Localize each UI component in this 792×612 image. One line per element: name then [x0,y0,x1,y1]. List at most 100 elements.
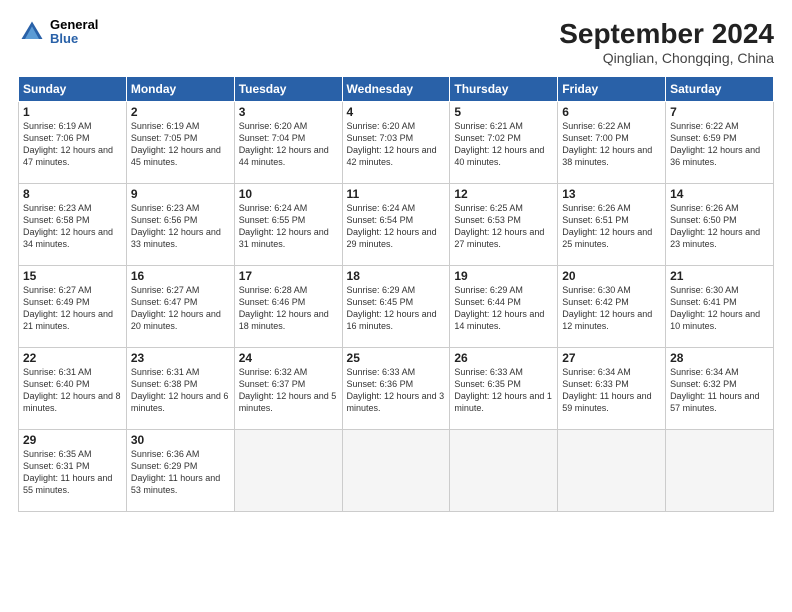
cell-content: Sunrise: 6:31 AMSunset: 6:38 PMDaylight:… [131,366,230,415]
table-row: 7 Sunrise: 6:22 AMSunset: 6:59 PMDayligh… [666,102,774,184]
cell-content: Sunrise: 6:24 AMSunset: 6:55 PMDaylight:… [239,202,338,251]
cell-content: Sunrise: 6:27 AMSunset: 6:49 PMDaylight:… [23,284,122,333]
cell-content: Sunrise: 6:20 AMSunset: 7:03 PMDaylight:… [347,120,446,169]
col-tuesday: Tuesday [234,77,342,102]
table-row: 22 Sunrise: 6:31 AMSunset: 6:40 PMDaylig… [19,348,127,430]
cell-content: Sunrise: 6:22 AMSunset: 7:00 PMDaylight:… [562,120,661,169]
calendar-week-row: 29 Sunrise: 6:35 AMSunset: 6:31 PMDaylig… [19,430,774,512]
table-row: 28 Sunrise: 6:34 AMSunset: 6:32 PMDaylig… [666,348,774,430]
table-row: 19 Sunrise: 6:29 AMSunset: 6:44 PMDaylig… [450,266,558,348]
table-row: 17 Sunrise: 6:28 AMSunset: 6:46 PMDaylig… [234,266,342,348]
table-row [234,430,342,512]
day-number: 2 [131,105,230,119]
location-subtitle: Qinglian, Chongqing, China [559,50,774,66]
cell-content: Sunrise: 6:19 AMSunset: 7:06 PMDaylight:… [23,120,122,169]
col-wednesday: Wednesday [342,77,450,102]
cell-content: Sunrise: 6:32 AMSunset: 6:37 PMDaylight:… [239,366,338,415]
day-number: 7 [670,105,769,119]
table-row [558,430,666,512]
table-row: 11 Sunrise: 6:24 AMSunset: 6:54 PMDaylig… [342,184,450,266]
day-number: 6 [562,105,661,119]
day-number: 17 [239,269,338,283]
col-friday: Friday [558,77,666,102]
table-row: 27 Sunrise: 6:34 AMSunset: 6:33 PMDaylig… [558,348,666,430]
table-row: 20 Sunrise: 6:30 AMSunset: 6:42 PMDaylig… [558,266,666,348]
day-number: 18 [347,269,446,283]
day-number: 13 [562,187,661,201]
cell-content: Sunrise: 6:36 AMSunset: 6:29 PMDaylight:… [131,448,230,497]
table-row: 23 Sunrise: 6:31 AMSunset: 6:38 PMDaylig… [126,348,234,430]
day-number: 10 [239,187,338,201]
logo-icon [18,18,46,46]
calendar-table: Sunday Monday Tuesday Wednesday Thursday… [18,76,774,512]
logo: General Blue [18,18,98,47]
month-title: September 2024 [559,18,774,50]
day-number: 23 [131,351,230,365]
cell-content: Sunrise: 6:34 AMSunset: 6:32 PMDaylight:… [670,366,769,415]
day-number: 24 [239,351,338,365]
col-monday: Monday [126,77,234,102]
table-row: 26 Sunrise: 6:33 AMSunset: 6:35 PMDaylig… [450,348,558,430]
table-row: 25 Sunrise: 6:33 AMSunset: 6:36 PMDaylig… [342,348,450,430]
header: General Blue September 2024 Qinglian, Ch… [18,18,774,66]
table-row: 2 Sunrise: 6:19 AMSunset: 7:05 PMDayligh… [126,102,234,184]
day-number: 21 [670,269,769,283]
cell-content: Sunrise: 6:21 AMSunset: 7:02 PMDaylight:… [454,120,553,169]
calendar-week-row: 8 Sunrise: 6:23 AMSunset: 6:58 PMDayligh… [19,184,774,266]
table-row: 1 Sunrise: 6:19 AMSunset: 7:06 PMDayligh… [19,102,127,184]
table-row: 12 Sunrise: 6:25 AMSunset: 6:53 PMDaylig… [450,184,558,266]
col-thursday: Thursday [450,77,558,102]
cell-content: Sunrise: 6:33 AMSunset: 6:36 PMDaylight:… [347,366,446,415]
table-row [450,430,558,512]
cell-content: Sunrise: 6:22 AMSunset: 6:59 PMDaylight:… [670,120,769,169]
table-row: 4 Sunrise: 6:20 AMSunset: 7:03 PMDayligh… [342,102,450,184]
day-number: 16 [131,269,230,283]
table-row: 29 Sunrise: 6:35 AMSunset: 6:31 PMDaylig… [19,430,127,512]
cell-content: Sunrise: 6:31 AMSunset: 6:40 PMDaylight:… [23,366,122,415]
col-sunday: Sunday [19,77,127,102]
cell-content: Sunrise: 6:19 AMSunset: 7:05 PMDaylight:… [131,120,230,169]
table-row [342,430,450,512]
cell-content: Sunrise: 6:35 AMSunset: 6:31 PMDaylight:… [23,448,122,497]
cell-content: Sunrise: 6:29 AMSunset: 6:44 PMDaylight:… [454,284,553,333]
col-saturday: Saturday [666,77,774,102]
table-row: 30 Sunrise: 6:36 AMSunset: 6:29 PMDaylig… [126,430,234,512]
day-number: 22 [23,351,122,365]
day-number: 12 [454,187,553,201]
day-number: 25 [347,351,446,365]
table-row: 14 Sunrise: 6:26 AMSunset: 6:50 PMDaylig… [666,184,774,266]
day-number: 28 [670,351,769,365]
cell-content: Sunrise: 6:29 AMSunset: 6:45 PMDaylight:… [347,284,446,333]
day-number: 14 [670,187,769,201]
cell-content: Sunrise: 6:20 AMSunset: 7:04 PMDaylight:… [239,120,338,169]
table-row: 6 Sunrise: 6:22 AMSunset: 7:00 PMDayligh… [558,102,666,184]
title-block: September 2024 Qinglian, Chongqing, Chin… [559,18,774,66]
table-row: 15 Sunrise: 6:27 AMSunset: 6:49 PMDaylig… [19,266,127,348]
day-number: 29 [23,433,122,447]
calendar-week-row: 15 Sunrise: 6:27 AMSunset: 6:49 PMDaylig… [19,266,774,348]
table-row: 9 Sunrise: 6:23 AMSunset: 6:56 PMDayligh… [126,184,234,266]
day-number: 27 [562,351,661,365]
cell-content: Sunrise: 6:26 AMSunset: 6:50 PMDaylight:… [670,202,769,251]
cell-content: Sunrise: 6:30 AMSunset: 6:42 PMDaylight:… [562,284,661,333]
table-row [666,430,774,512]
day-number: 20 [562,269,661,283]
day-number: 26 [454,351,553,365]
cell-content: Sunrise: 6:23 AMSunset: 6:56 PMDaylight:… [131,202,230,251]
table-row: 10 Sunrise: 6:24 AMSunset: 6:55 PMDaylig… [234,184,342,266]
table-row: 8 Sunrise: 6:23 AMSunset: 6:58 PMDayligh… [19,184,127,266]
day-number: 9 [131,187,230,201]
cell-content: Sunrise: 6:27 AMSunset: 6:47 PMDaylight:… [131,284,230,333]
table-row: 5 Sunrise: 6:21 AMSunset: 7:02 PMDayligh… [450,102,558,184]
logo-general: General [50,18,98,32]
table-row: 3 Sunrise: 6:20 AMSunset: 7:04 PMDayligh… [234,102,342,184]
logo-blue: Blue [50,32,98,46]
day-number: 15 [23,269,122,283]
cell-content: Sunrise: 6:33 AMSunset: 6:35 PMDaylight:… [454,366,553,415]
cell-content: Sunrise: 6:28 AMSunset: 6:46 PMDaylight:… [239,284,338,333]
calendar-week-row: 22 Sunrise: 6:31 AMSunset: 6:40 PMDaylig… [19,348,774,430]
day-number: 8 [23,187,122,201]
day-number: 5 [454,105,553,119]
calendar-header-row: Sunday Monday Tuesday Wednesday Thursday… [19,77,774,102]
table-row: 16 Sunrise: 6:27 AMSunset: 6:47 PMDaylig… [126,266,234,348]
